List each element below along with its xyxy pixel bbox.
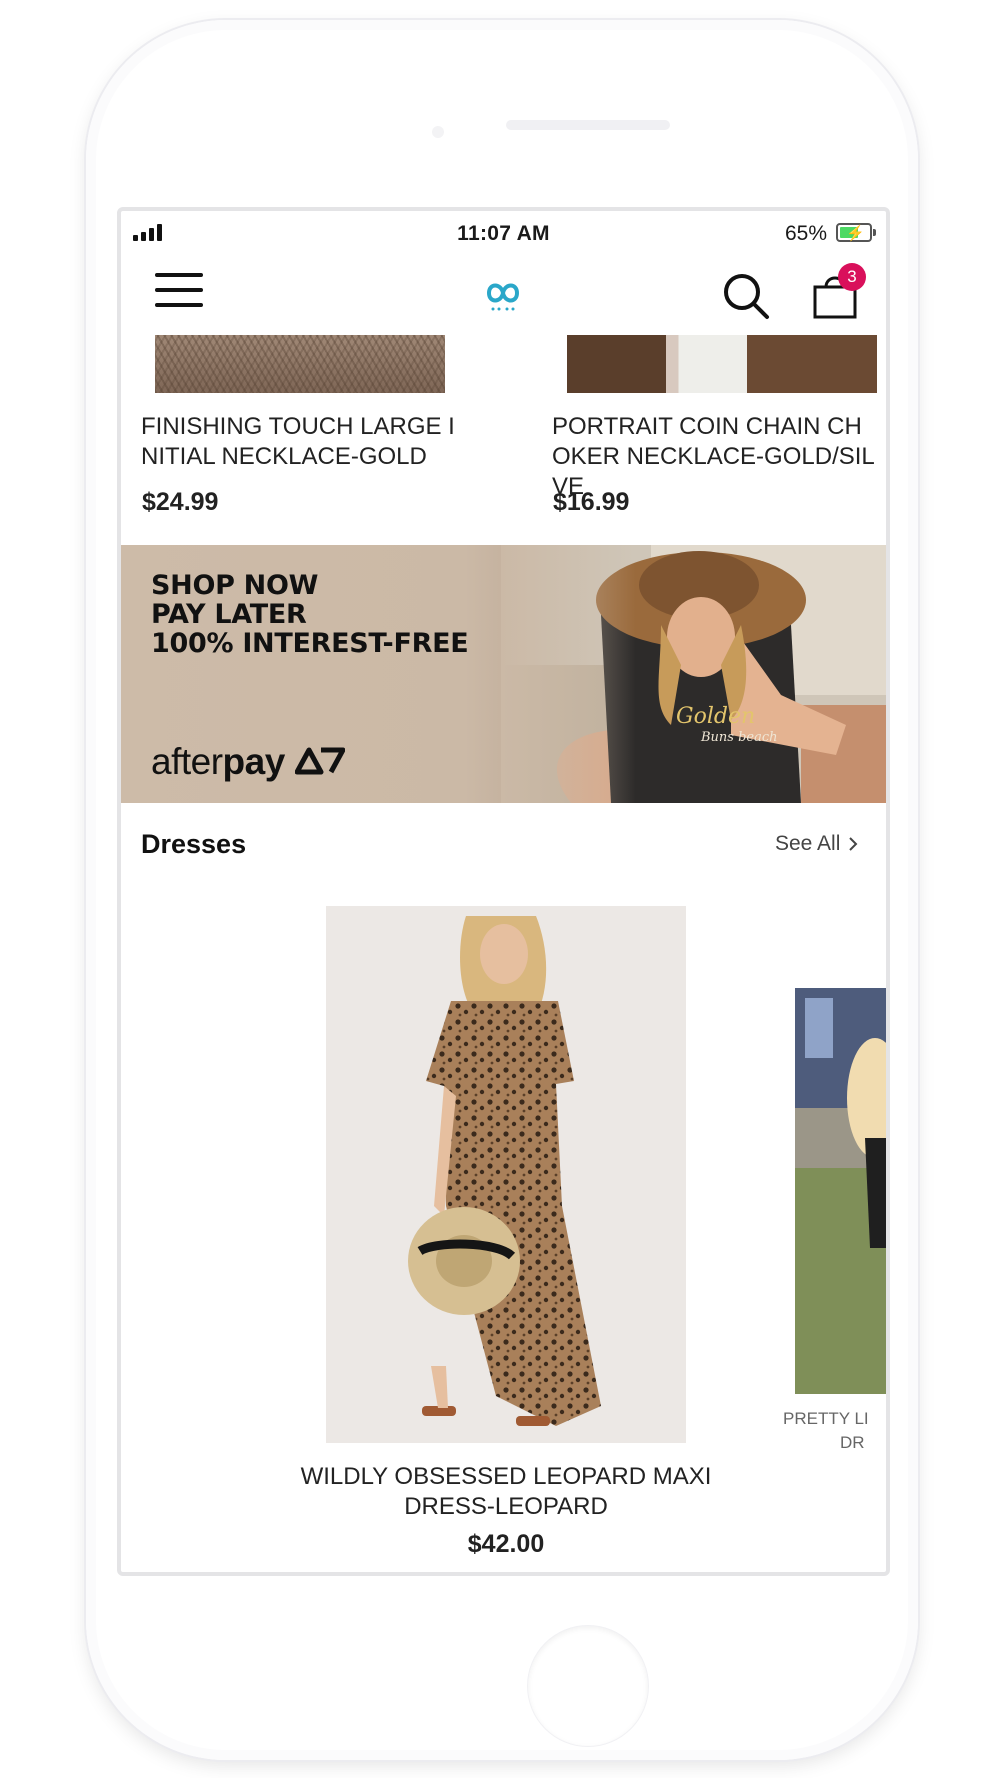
afterpay-arrows-icon: [294, 747, 346, 775]
section-title: Dresses: [141, 829, 247, 859]
product-price: $24.99: [142, 488, 219, 516]
cart-count-badge: 3: [838, 263, 866, 291]
banner-model-photo: Golden Buns beach: [501, 545, 886, 803]
product-image[interactable]: [326, 906, 686, 1443]
see-all-label: See All: [775, 832, 841, 855]
battery-percentage: 65%: [785, 222, 828, 245]
see-all-link[interactable]: See All: [775, 832, 858, 856]
charging-bolt-icon: ⚡: [846, 225, 865, 242]
product-title[interactable]: WILDLY OBSESSED LEOPARD MAXI DRESS-LEOPA…: [271, 1462, 741, 1522]
dress-carousel: WILDLY OBSESSED LEOPARD MAXI DRESS-LEOPA…: [121, 906, 886, 1572]
home-button[interactable]: [528, 1626, 648, 1746]
product-row: FINISHING TOUCH LARGE INITIAL NECKLACE-G…: [121, 335, 886, 545]
product-price: $42.00: [467, 1530, 545, 1558]
app-header: 3: [121, 255, 886, 335]
product-price: $16.99: [553, 488, 630, 516]
product-image[interactable]: [155, 335, 445, 393]
afterpay-logo: afterpay: [151, 741, 346, 783]
search-icon[interactable]: [721, 271, 771, 321]
peek-title-line-1: PRETTY LI: [783, 1409, 869, 1428]
hamburger-menu-icon[interactable]: [155, 271, 203, 309]
leopard-dress-photo: [326, 906, 686, 1443]
product-image[interactable]: [567, 335, 877, 393]
peek-title-line-2: DR: [840, 1433, 865, 1452]
product-image[interactable]: [795, 988, 886, 1394]
afterpay-logo-prefix: after: [151, 741, 223, 782]
front-camera: [432, 126, 444, 138]
earpiece-speaker: [506, 120, 670, 130]
afterpay-banner[interactable]: Golden Buns beach SHOP NOW PAY LATER 100…: [121, 545, 886, 803]
battery-icon: ⚡: [836, 223, 876, 242]
status-bar: 11:07 AM 65% ⚡: [121, 211, 886, 255]
banner-headline-1: SHOP NOW: [151, 570, 319, 601]
product-title-peek[interactable]: PRETTY LI DR: [781, 1407, 886, 1455]
banner-headline-2: PAY LATER: [151, 599, 307, 630]
brand-logo-icon[interactable]: [481, 271, 525, 315]
next-dress-photo: [795, 988, 886, 1394]
status-time: 11:07 AM: [457, 222, 550, 245]
banner-headline-3: 100% INTEREST-FREE: [151, 628, 469, 659]
app-screen: 11:07 AM 65% ⚡ 3 FINISHING TOUCH LARGE I…: [117, 207, 890, 1576]
chevron-right-icon: [849, 837, 858, 851]
afterpay-logo-suffix: pay: [222, 741, 286, 782]
product-title[interactable]: FINISHING TOUCH LARGE INITIAL NECKLACE-G…: [141, 412, 461, 472]
